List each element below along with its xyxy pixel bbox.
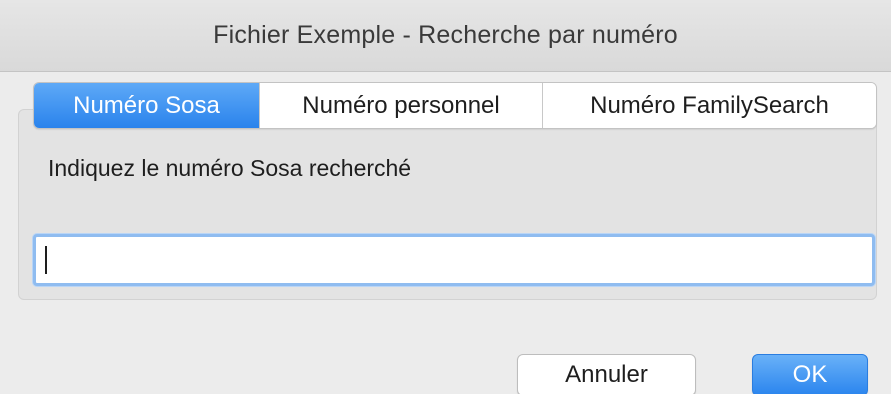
window-title: Fichier Exemple - Recherche par numéro <box>213 21 678 49</box>
search-by-number-dialog: Fichier Exemple - Recherche par numéro N… <box>0 0 891 394</box>
sosa-number-input[interactable] <box>33 234 875 286</box>
tab-familysearch-number[interactable]: Numéro FamilySearch <box>542 83 876 128</box>
number-type-tabs: Numéro Sosa Numéro personnel Numéro Fami… <box>33 82 877 129</box>
tab-personal-number[interactable]: Numéro personnel <box>259 83 542 128</box>
title-bar[interactable]: Fichier Exemple - Recherche par numéro <box>0 0 891 72</box>
text-caret <box>45 246 47 274</box>
tab-sosa-number[interactable]: Numéro Sosa <box>34 83 259 128</box>
ok-button[interactable]: OK <box>752 354 868 394</box>
search-prompt-label: Indiquez le numéro Sosa recherché <box>48 155 412 181</box>
cancel-button[interactable]: Annuler <box>517 354 696 394</box>
